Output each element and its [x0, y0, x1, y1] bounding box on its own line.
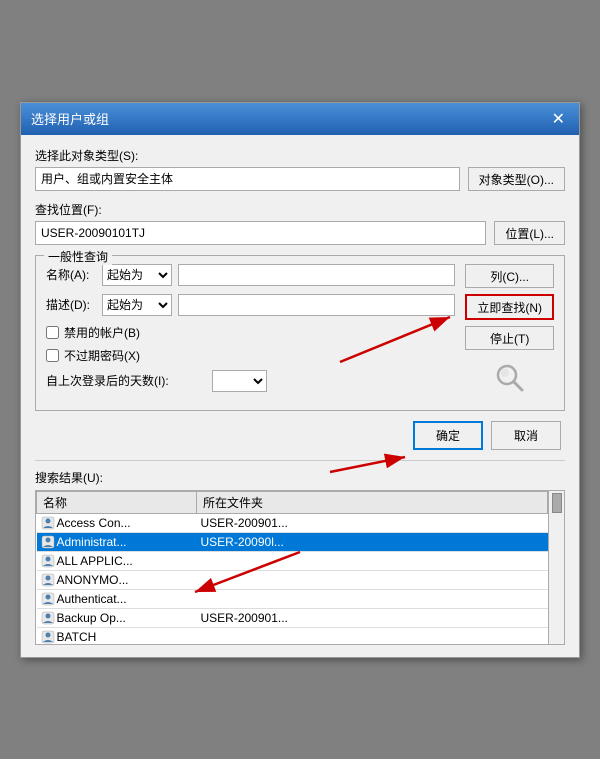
- dialog-title: 选择用户或组: [31, 109, 109, 128]
- desc-query-input[interactable]: [178, 294, 455, 316]
- col-name-header: 名称: [37, 491, 197, 513]
- row-name: Administrat...: [37, 533, 197, 552]
- row-name: Backup Op...: [37, 609, 197, 628]
- days-since-login-row: 自上次登录后的天数(I):: [46, 370, 455, 392]
- table-row[interactable]: BATCH: [37, 628, 548, 644]
- row-folder: USER-200901...: [197, 609, 548, 628]
- user-icon: [41, 573, 55, 587]
- row-folder: USER-200901...: [197, 513, 548, 533]
- results-label: 搜索结果(U):: [35, 469, 565, 486]
- desc-query-label: 描述(D):: [46, 296, 96, 313]
- no-expire-pwd-label: 不过期密码(X): [64, 347, 140, 364]
- desc-query-select[interactable]: 起始为: [102, 294, 172, 316]
- col-folder-header: 所在文件夹: [197, 491, 548, 513]
- search-magnifier-icon: [494, 362, 526, 394]
- no-expire-pwd-row: 不过期密码(X): [46, 347, 455, 364]
- location-button[interactable]: 位置(L)...: [494, 221, 565, 245]
- row-name: ALL APPLIC...: [37, 552, 197, 571]
- row-folder: [197, 571, 548, 590]
- row-folder: USER-20090l...: [197, 533, 548, 552]
- scrollbar[interactable]: [548, 491, 564, 644]
- close-button[interactable]: ✕: [548, 109, 569, 129]
- table-row[interactable]: Administrat... USER-20090l...: [37, 533, 548, 552]
- row-name: Authenticat...: [37, 590, 197, 609]
- table-row[interactable]: ALL APPLIC...: [37, 552, 548, 571]
- row-name: ANONYMO...: [37, 571, 197, 590]
- ok-cancel-row: 确定 取消: [35, 421, 565, 450]
- query-left: 名称(A): 起始为 描述(D): 起始为: [46, 264, 455, 400]
- name-query-input[interactable]: [178, 264, 455, 286]
- user-icon: [41, 611, 55, 625]
- name-query-label: 名称(A):: [46, 266, 96, 283]
- object-type-button[interactable]: 对象类型(O)...: [468, 167, 565, 191]
- location-input[interactable]: [35, 221, 486, 245]
- location-section: 查找位置(F): 位置(L)...: [35, 201, 565, 245]
- row-name: Access Con...: [37, 514, 197, 533]
- table-row[interactable]: Backup Op... USER-200901...: [37, 609, 548, 628]
- disabled-account-checkbox[interactable]: [46, 326, 59, 339]
- name-query-select[interactable]: 起始为: [102, 264, 172, 286]
- group-box-title: 一般性查询: [44, 248, 112, 265]
- user-icon: [41, 535, 55, 549]
- search-now-button[interactable]: 立即查找(N): [465, 294, 554, 320]
- right-buttons: 列(C)... 立即查找(N) 停止(T): [465, 264, 554, 400]
- table-row[interactable]: Access Con... USER-200901...: [37, 513, 548, 533]
- user-icon: [41, 516, 55, 530]
- object-type-label: 选择此对象类型(S):: [35, 147, 565, 164]
- disabled-account-label: 禁用的帐户(B): [64, 324, 140, 341]
- desc-query-row: 描述(D): 起始为: [46, 294, 455, 316]
- results-section: 搜索结果(U): 名称 所在文件夹: [35, 460, 565, 645]
- user-icon: [41, 592, 55, 606]
- days-since-login-select[interactable]: [212, 370, 267, 392]
- user-icon: [41, 554, 55, 568]
- row-folder: [197, 552, 548, 571]
- table-row[interactable]: Authenticat...: [37, 590, 548, 609]
- query-area: 名称(A): 起始为 描述(D): 起始为: [46, 264, 554, 400]
- location-label: 查找位置(F):: [35, 201, 565, 218]
- user-icon: [41, 630, 55, 644]
- name-query-row: 名称(A): 起始为: [46, 264, 455, 286]
- search-icon-area: [465, 362, 554, 394]
- object-type-input[interactable]: [35, 167, 460, 191]
- row-name: BATCH: [37, 628, 197, 644]
- ok-button[interactable]: 确定: [413, 421, 483, 450]
- row-folder: [197, 590, 548, 609]
- results-outer: 名称 所在文件夹 Access Con... USER-200901...: [35, 490, 565, 645]
- row-folder: [197, 628, 548, 644]
- stop-button[interactable]: 停止(T): [465, 326, 554, 350]
- days-since-login-label: 自上次登录后的天数(I):: [46, 372, 206, 389]
- cancel-button[interactable]: 取消: [491, 421, 561, 450]
- general-query-group: 一般性查询 名称(A): 起始为 描述(D):: [35, 255, 565, 411]
- title-bar: 选择用户或组 ✕: [21, 103, 579, 135]
- object-type-section: 选择此对象类型(S): 对象类型(O)...: [35, 147, 565, 191]
- scrollbar-thumb[interactable]: [552, 493, 562, 513]
- results-scroll-area[interactable]: 名称 所在文件夹 Access Con... USER-200901...: [36, 491, 548, 644]
- results-table: 名称 所在文件夹 Access Con... USER-200901...: [36, 491, 548, 644]
- no-expire-pwd-checkbox[interactable]: [46, 349, 59, 362]
- disabled-account-row: 禁用的帐户(B): [46, 324, 455, 341]
- table-row[interactable]: ANONYMO...: [37, 571, 548, 590]
- list-columns-button[interactable]: 列(C)...: [465, 264, 554, 288]
